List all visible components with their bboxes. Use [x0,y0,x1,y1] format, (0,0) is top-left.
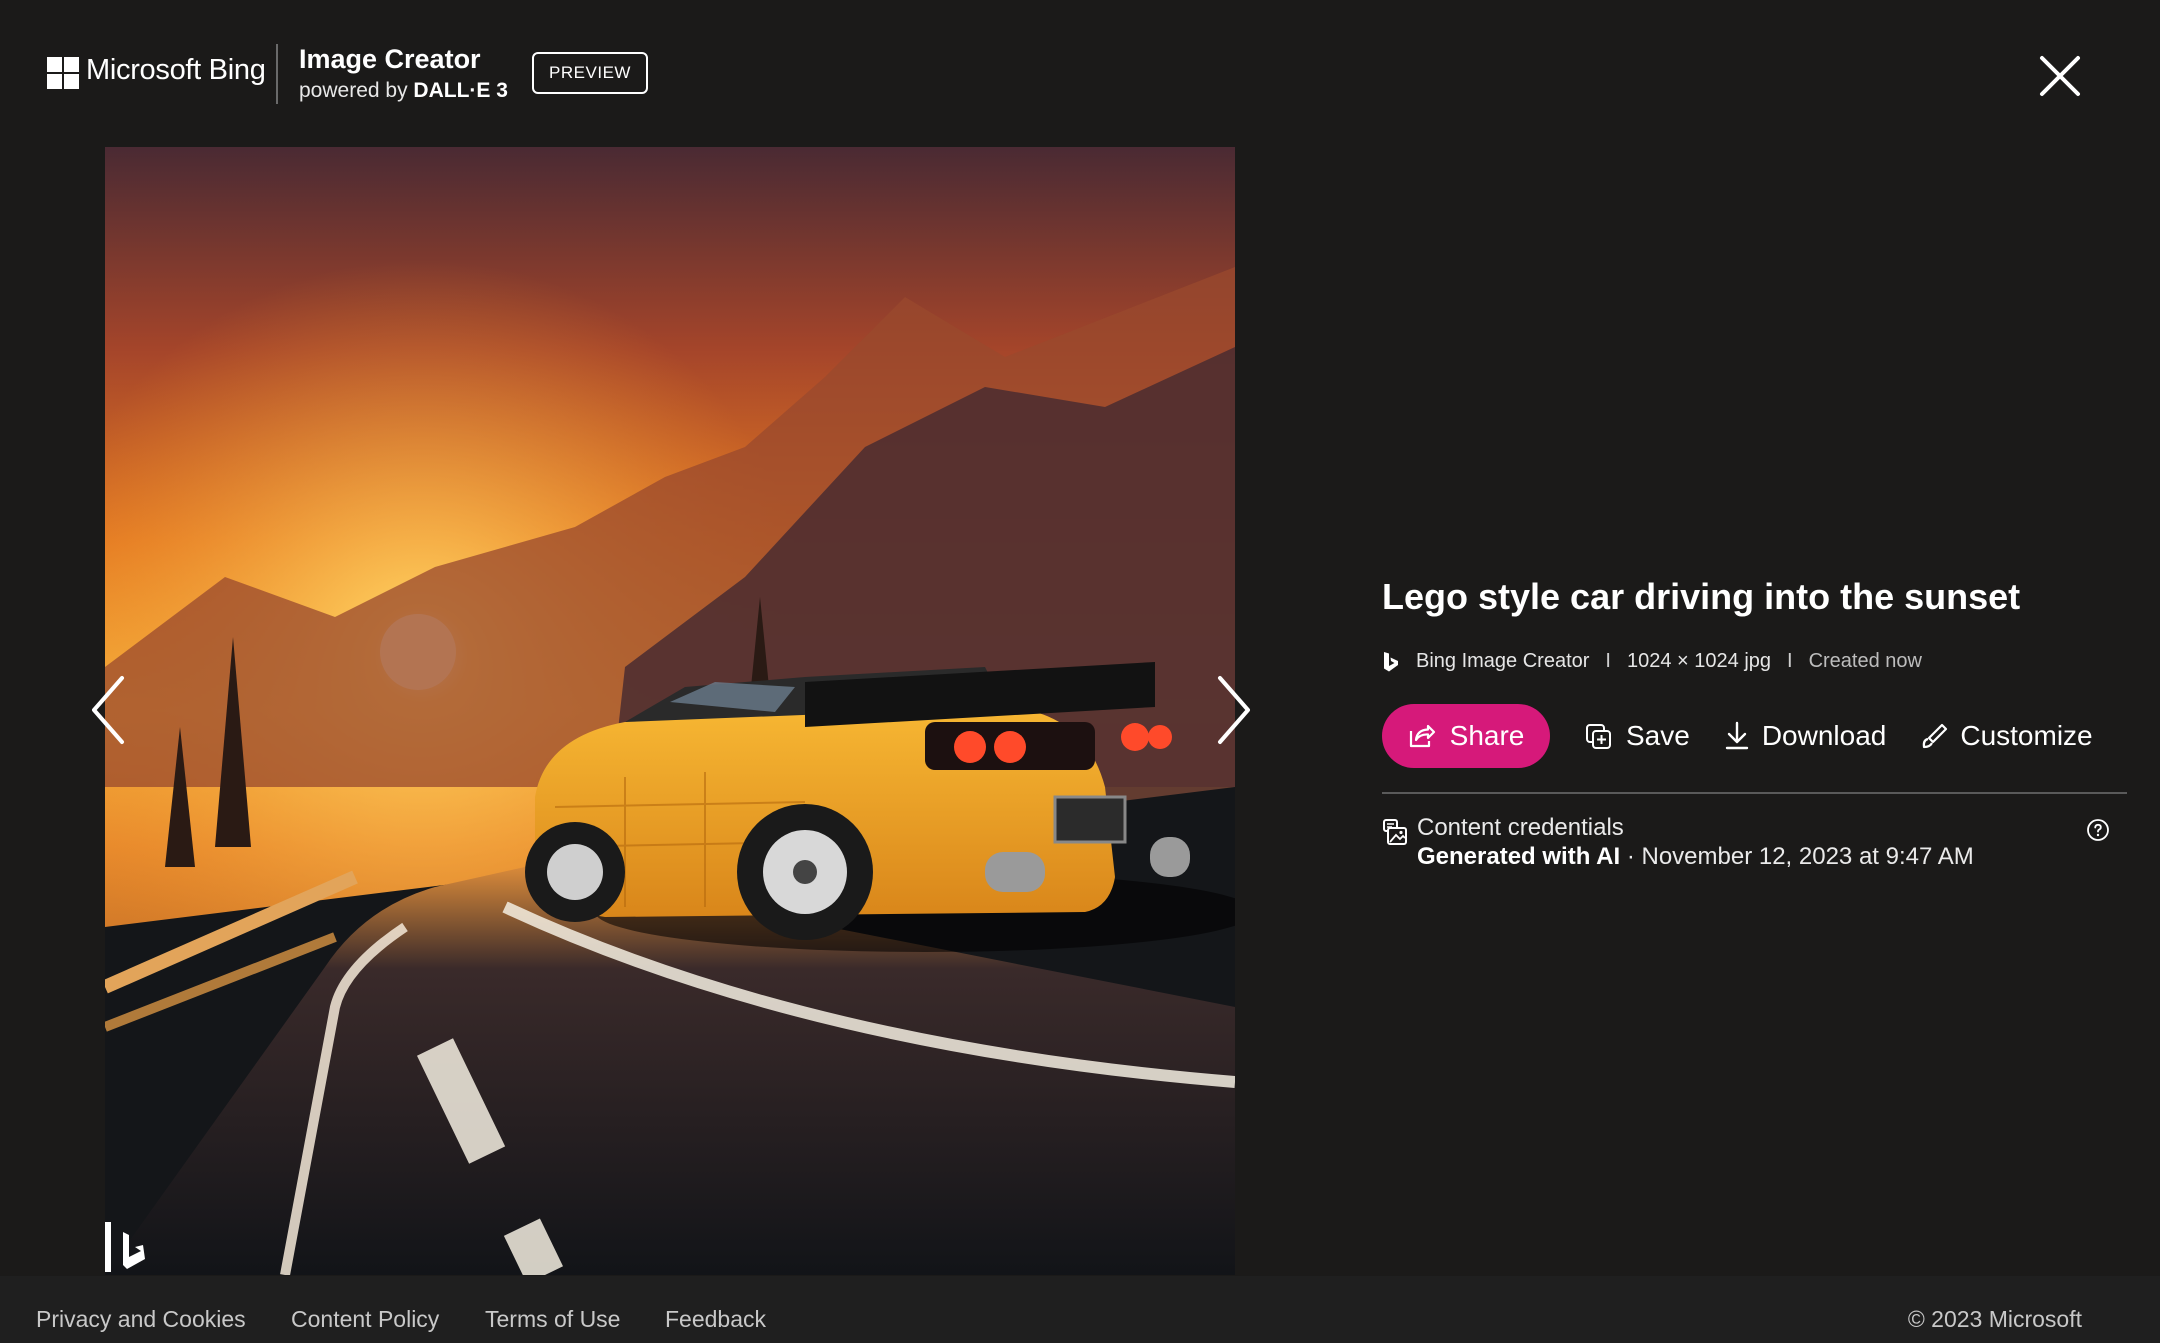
header: Microsoft Bing Image Creator powered by … [0,0,2160,150]
footer-link-content-policy[interactable]: Content Policy [291,1306,439,1333]
content-credentials-detail: Generated with AI · November 12, 2023 at… [1417,843,1974,871]
brand-name[interactable]: Microsoft Bing [86,54,266,87]
content-credentials-label: Content credentials [1417,814,1624,841]
bing-logo-icon [1384,651,1398,671]
download-button[interactable]: Download [1724,720,1887,752]
download-icon [1725,721,1749,750]
download-label: Download [1761,720,1887,751]
copyright: © 2023 Microsoft [1907,1306,2082,1332]
customize-button[interactable]: Customize [1920,720,2093,752]
powered-by: powered by DALL·E 3 [299,79,508,103]
share-icon [1409,724,1435,748]
customize-label: Customize [1960,720,2093,751]
footer-link-feedback[interactable]: Feedback [665,1306,766,1333]
footer-link-privacy[interactable]: Privacy and Cookies [36,1306,246,1333]
save-button[interactable]: Save [1584,720,1690,752]
generated-with-ai: Generated with AI [1417,843,1621,870]
created-time: Created now [1808,650,1922,672]
image-dimensions: 1024 × 1024 jpg [1626,650,1772,672]
image-title: Lego style car driving into the sunset [1382,576,2021,617]
product-title[interactable]: Image Creator [299,44,481,75]
share-button[interactable]: Share [1382,704,1550,768]
save-label: Save [1626,720,1690,751]
content-credentials-icon [1383,819,1407,845]
chevron-left-icon[interactable] [84,670,134,750]
footer-link-terms[interactable]: Terms of Use [485,1306,620,1333]
microsoft-logo-icon [47,57,79,89]
footer: Privacy and Cookies Content Policy Terms… [0,1276,2160,1343]
image-source[interactable]: Bing Image Creator [1416,650,1589,673]
share-label: Share [1449,720,1525,751]
powered-prefix: powered by [299,79,414,102]
meta-separator: I [1787,650,1793,672]
generated-image[interactable] [105,147,1235,1275]
save-collection-icon [1586,724,1611,749]
image-actions: Share Save Download Customize [1382,704,2093,768]
customize-brush-icon [1923,723,1948,749]
model-name: DALL·E 3 [413,79,508,102]
help-icon[interactable] [2086,818,2110,842]
chevron-right-icon[interactable] [1208,670,1258,750]
header-divider [276,44,278,104]
image-meta: Bing Image Creator I 1024 × 1024 jpg I C… [1382,650,1922,673]
meta-separator: I [1605,650,1611,672]
details-divider [1382,792,2127,794]
generated-date: · November 12, 2023 at 9:47 AM [1620,843,1974,870]
preview-badge: PREVIEW [532,52,648,94]
close-icon[interactable] [2036,52,2084,100]
